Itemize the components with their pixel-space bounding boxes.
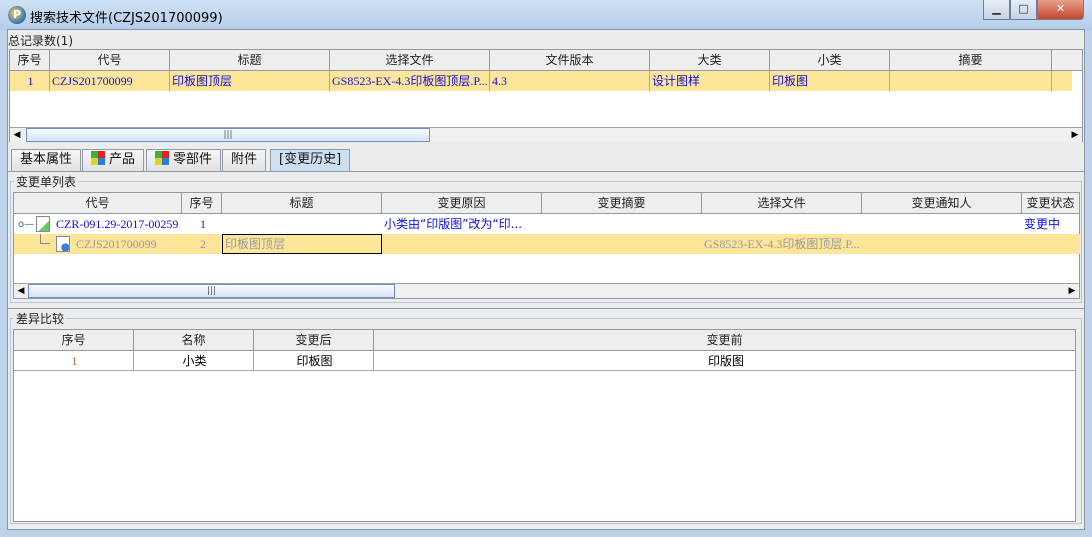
horizontal-scrollbar[interactable]: ◀ ||| ▶ bbox=[10, 127, 1082, 142]
change-list-label: 变更单列表 bbox=[14, 173, 79, 190]
record-count: 总记录数(1) bbox=[8, 34, 73, 48]
col-reason[interactable]: 变更原因 bbox=[382, 193, 542, 213]
cell-code: CZJS201700099 bbox=[50, 71, 170, 91]
scroll-right-icon[interactable]: ▶ bbox=[1068, 128, 1082, 142]
cell-name: 小类 bbox=[134, 351, 254, 370]
file-doc-icon bbox=[56, 236, 70, 252]
table-row[interactable]: 1 CZJS201700099 印板图顶层 GS8523-EX-4.3印板图顶层… bbox=[10, 71, 1072, 91]
cell-index: 1 bbox=[10, 71, 50, 91]
change-list-table: 代号 序号 标题 变更原因 变更摘要 选择文件 变更通知人 变更状态 o— CZ… bbox=[13, 192, 1080, 299]
cell-category: 设计图样 bbox=[650, 71, 770, 91]
col-category[interactable]: 大类 bbox=[650, 50, 770, 70]
tab-change-history[interactable]: [变更历史] bbox=[270, 149, 351, 171]
col-index[interactable]: 序号 bbox=[10, 50, 50, 70]
cell-file: GS8523-EX-4.3印板图顶层.P... bbox=[704, 237, 860, 251]
scroll-thumb[interactable]: ||| bbox=[26, 128, 430, 142]
col-name[interactable]: 名称 bbox=[134, 330, 254, 350]
app-logo-icon: P bbox=[8, 6, 26, 24]
product-icon bbox=[91, 151, 105, 165]
tab-label: 基本属性 bbox=[20, 152, 73, 167]
table-row[interactable]: 1 小类 印板图 印版图 bbox=[14, 351, 1076, 371]
col-file[interactable]: 选择文件 bbox=[330, 50, 490, 70]
table-header: 序号 名称 变更后 变更前 bbox=[14, 330, 1076, 351]
maximize-button[interactable]: □ bbox=[1010, 0, 1037, 20]
cell-code: CZJS201700099 bbox=[76, 237, 157, 251]
scroll-right-icon[interactable]: ▶ bbox=[1065, 284, 1079, 298]
col-subcategory[interactable]: 小类 bbox=[770, 50, 890, 70]
cell-index: 2 bbox=[200, 237, 206, 251]
tab-products[interactable]: 产品 bbox=[82, 149, 145, 171]
cell-index: 1 bbox=[200, 217, 206, 231]
diff-table: 序号 名称 变更后 变更前 1 小类 印板图 印版图 bbox=[13, 329, 1076, 522]
cell-title: 印板图顶层 bbox=[170, 71, 330, 91]
tab-attachments[interactable]: 附件 bbox=[222, 149, 267, 171]
col-before[interactable]: 变更前 bbox=[374, 330, 1076, 350]
col-notifier[interactable]: 变更通知人 bbox=[862, 193, 1022, 213]
tab-divider bbox=[8, 171, 1084, 172]
tab-label: 零部件 bbox=[173, 152, 213, 167]
col-title[interactable]: 标题 bbox=[222, 193, 382, 213]
col-status[interactable]: 变更状态 bbox=[1022, 193, 1080, 213]
tab-basic-properties[interactable]: 基本属性 bbox=[11, 149, 82, 171]
window-title: 搜索技术文件(CZJS201700099) bbox=[30, 11, 223, 26]
cell-code: CZR-091.29-2017-00259 bbox=[56, 217, 179, 231]
col-code[interactable]: 代号 bbox=[14, 193, 182, 213]
col-version[interactable]: 文件版本 bbox=[490, 50, 650, 70]
scroll-thumb[interactable]: ||| bbox=[28, 284, 395, 298]
col-code[interactable]: 代号 bbox=[50, 50, 170, 70]
tree-row[interactable]: o— CZR-091.29-2017-00259 1 小类由“印版图”改为“印.… bbox=[14, 214, 1079, 234]
cell-before: 印版图 bbox=[707, 354, 744, 368]
cell-after: 印板图 bbox=[254, 351, 374, 370]
close-button[interactable]: ✕ bbox=[1037, 0, 1084, 20]
diff-label: 差异比较 bbox=[14, 310, 67, 327]
minimize-button[interactable]: ▁ bbox=[983, 0, 1010, 20]
file-table: 序号 代号 标题 选择文件 文件版本 大类 小类 摘要 1 CZJS201700… bbox=[9, 49, 1083, 142]
col-index[interactable]: 序号 bbox=[182, 193, 222, 213]
tab-label: [变更历史] bbox=[279, 152, 342, 167]
tab-parts[interactable]: 零部件 bbox=[146, 149, 222, 171]
cell-title-editing[interactable]: 印板图顶层 bbox=[222, 234, 382, 254]
scroll-left-icon[interactable]: ◀ bbox=[10, 128, 24, 142]
table-header: 代号 序号 标题 变更原因 变更摘要 选择文件 变更通知人 变更状态 bbox=[14, 193, 1080, 214]
table-header: 序号 代号 标题 选择文件 文件版本 大类 小类 摘要 bbox=[10, 50, 1082, 71]
col-summary[interactable]: 摘要 bbox=[890, 50, 1052, 70]
tree-row[interactable]: CZJS201700099 2 印板图顶层 GS8523-EX-4.3印板图顶层… bbox=[14, 234, 1080, 254]
horizontal-scrollbar[interactable]: ◀ ||| ▶ bbox=[14, 283, 1079, 298]
cell-file: GS8523-EX-4.3印板图顶层.P... bbox=[330, 71, 490, 91]
cell-status: 变更中 bbox=[1024, 217, 1061, 231]
col-after[interactable]: 变更后 bbox=[254, 330, 374, 350]
cell-summary bbox=[890, 71, 1052, 91]
tab-label: 产品 bbox=[109, 152, 136, 167]
cell-reason: 小类由“印版图”改为“印... bbox=[384, 217, 523, 231]
tab-label: 附件 bbox=[231, 152, 258, 167]
parts-icon bbox=[155, 151, 169, 165]
change-doc-icon bbox=[36, 216, 50, 232]
cell-version: 4.3 bbox=[490, 71, 650, 91]
col-index[interactable]: 序号 bbox=[14, 330, 134, 350]
scroll-left-icon[interactable]: ◀ bbox=[14, 284, 28, 298]
cell-index: 1 bbox=[14, 351, 134, 370]
col-file[interactable]: 选择文件 bbox=[702, 193, 862, 213]
section-divider bbox=[8, 308, 1084, 309]
tree-line bbox=[40, 234, 50, 244]
col-summary[interactable]: 变更摘要 bbox=[542, 193, 702, 213]
title-bar: P 搜索技术文件(CZJS201700099) ▁ □ ✕ bbox=[0, 0, 1092, 30]
tree-expand-icon[interactable]: o— bbox=[18, 219, 34, 230]
cell-subcategory: 印板图 bbox=[770, 71, 890, 91]
col-title[interactable]: 标题 bbox=[170, 50, 330, 70]
